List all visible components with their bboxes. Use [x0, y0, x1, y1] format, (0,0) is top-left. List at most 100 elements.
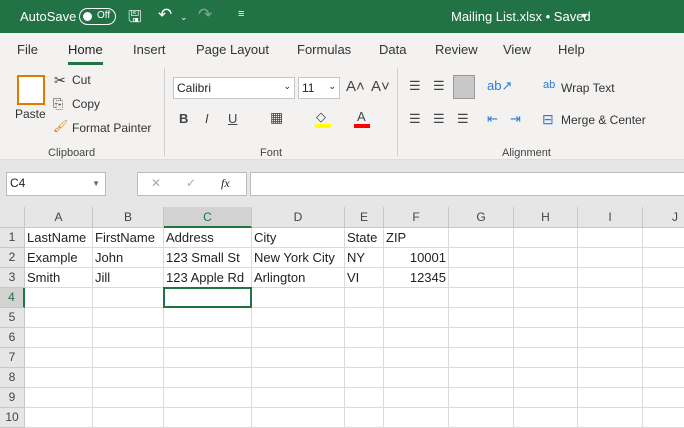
cell-F7[interactable]	[384, 348, 449, 368]
tab-review[interactable]: Review	[435, 42, 478, 57]
cell-B8[interactable]	[93, 368, 164, 388]
cell-I10[interactable]	[578, 408, 643, 428]
column-header-C[interactable]: C	[164, 207, 252, 228]
enter-icon[interactable]: ✓	[186, 176, 196, 190]
font-size-select[interactable]: 11 ⌄	[298, 77, 340, 99]
name-box[interactable]: C4 ▼	[6, 172, 106, 196]
tab-data[interactable]: Data	[379, 42, 406, 57]
cell-B10[interactable]	[93, 408, 164, 428]
select-all-button[interactable]	[0, 207, 25, 228]
cell-F2[interactable]: 10001	[384, 248, 449, 268]
row-header-6[interactable]: 6	[0, 328, 25, 348]
column-header-G[interactable]: G	[449, 207, 514, 228]
column-header-E[interactable]: E	[345, 207, 384, 228]
tab-insert[interactable]: Insert	[133, 42, 166, 57]
align-left-icon[interactable]: ☰	[409, 111, 421, 127]
underline-button[interactable]: U	[228, 111, 237, 126]
tab-view[interactable]: View	[503, 42, 531, 57]
tab-page-layout[interactable]: Page Layout	[196, 42, 269, 57]
cell-I3[interactable]	[578, 268, 643, 288]
bold-button[interactable]: B	[179, 111, 188, 126]
cell-D6[interactable]	[252, 328, 345, 348]
cell-I5[interactable]	[578, 308, 643, 328]
cell-I8[interactable]	[578, 368, 643, 388]
cell-D7[interactable]	[252, 348, 345, 368]
cell-C9[interactable]	[164, 388, 252, 408]
cell-I6[interactable]	[578, 328, 643, 348]
cell-H8[interactable]	[514, 368, 578, 388]
paste-button[interactable]: Paste	[15, 107, 46, 121]
cell-E8[interactable]	[345, 368, 384, 388]
cell-C10[interactable]	[164, 408, 252, 428]
decrease-indent-icon[interactable]: ⇤	[487, 111, 498, 127]
cell-E10[interactable]	[345, 408, 384, 428]
row-header-5[interactable]: 5	[0, 308, 25, 328]
cell-B4[interactable]	[93, 288, 164, 308]
cell-D2[interactable]: New York City	[252, 248, 345, 268]
cell-G8[interactable]	[449, 368, 514, 388]
cell-D4[interactable]	[252, 288, 345, 308]
row-header-3[interactable]: 3	[0, 268, 25, 288]
cell-J8[interactable]	[643, 368, 684, 388]
cell-I9[interactable]	[578, 388, 643, 408]
title-dropdown-icon[interactable]: ▼	[580, 11, 589, 21]
decrease-font-size-icon[interactable]: A˅	[371, 78, 390, 95]
fill-color-icon[interactable]: ◇	[316, 109, 326, 125]
cell-D10[interactable]	[252, 408, 345, 428]
row-header-9[interactable]: 9	[0, 388, 25, 408]
increase-font-size-icon[interactable]: A˄	[346, 78, 365, 95]
column-header-B[interactable]: B	[93, 207, 164, 228]
cell-E3[interactable]: VI	[345, 268, 384, 288]
cell-J6[interactable]	[643, 328, 684, 348]
tab-file[interactable]: File	[17, 42, 38, 57]
cell-F8[interactable]	[384, 368, 449, 388]
cell-D1[interactable]: City	[252, 228, 345, 248]
cell-H4[interactable]	[514, 288, 578, 308]
cell-J3[interactable]	[643, 268, 684, 288]
cell-H6[interactable]	[514, 328, 578, 348]
cell-J9[interactable]	[643, 388, 684, 408]
cell-G9[interactable]	[449, 388, 514, 408]
column-header-I[interactable]: I	[578, 207, 643, 228]
cell-B6[interactable]	[93, 328, 164, 348]
cell-I7[interactable]	[578, 348, 643, 368]
cell-C7[interactable]	[164, 348, 252, 368]
borders-icon[interactable]: ▦	[270, 109, 283, 126]
increase-indent-icon[interactable]: ⇥	[510, 111, 521, 127]
cell-F5[interactable]	[384, 308, 449, 328]
cell-F10[interactable]	[384, 408, 449, 428]
cell-A6[interactable]	[25, 328, 93, 348]
column-header-F[interactable]: F	[384, 207, 449, 228]
top-align-icon[interactable]: ☰	[409, 78, 421, 94]
wrap-text-button[interactable]: Wrap Text	[561, 81, 615, 95]
formula-input[interactable]	[250, 172, 684, 196]
row-header-4[interactable]: 4	[0, 288, 25, 308]
cell-H3[interactable]	[514, 268, 578, 288]
cell-C2[interactable]: 123 Small St	[164, 248, 252, 268]
column-header-A[interactable]: A	[25, 207, 93, 228]
cell-H2[interactable]	[514, 248, 578, 268]
cell-H7[interactable]	[514, 348, 578, 368]
format-painter-button[interactable]: Format Painter	[72, 121, 151, 135]
row-header-10[interactable]: 10	[0, 408, 25, 428]
row-header-8[interactable]: 8	[0, 368, 25, 388]
cell-A5[interactable]	[25, 308, 93, 328]
cell-J2[interactable]	[643, 248, 684, 268]
cell-A9[interactable]	[25, 388, 93, 408]
font-color-icon[interactable]: A	[357, 109, 366, 124]
cell-E6[interactable]	[345, 328, 384, 348]
cell-G7[interactable]	[449, 348, 514, 368]
customize-toolbar-icon[interactable]: ≡	[238, 8, 244, 20]
cell-E2[interactable]: NY	[345, 248, 384, 268]
cell-J4[interactable]	[643, 288, 684, 308]
cell-B1[interactable]: FirstName	[93, 228, 164, 248]
column-header-J[interactable]: J	[643, 207, 684, 228]
center-icon[interactable]: ☰	[433, 111, 445, 127]
cell-F6[interactable]	[384, 328, 449, 348]
cell-D9[interactable]	[252, 388, 345, 408]
orientation-icon[interactable]: ab↗	[487, 78, 512, 94]
undo-icon[interactable]: ↶	[158, 5, 172, 25]
cell-C8[interactable]	[164, 368, 252, 388]
cut-button[interactable]: Cut	[72, 73, 91, 87]
cell-H5[interactable]	[514, 308, 578, 328]
